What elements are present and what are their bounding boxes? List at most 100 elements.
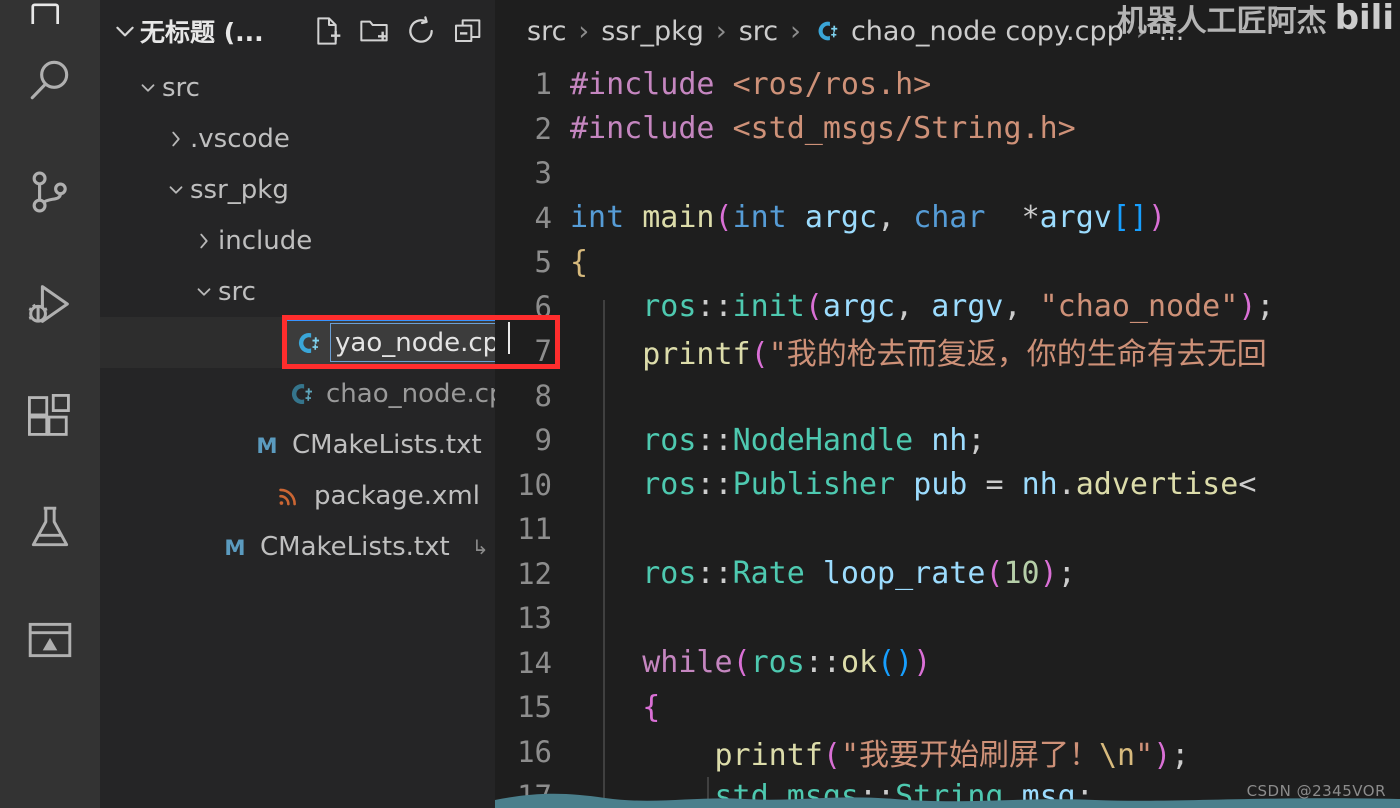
tree-label: src (218, 276, 256, 307)
tree-label: .vscode (190, 123, 290, 154)
breadcrumb-item-src2[interactable]: src (739, 16, 778, 47)
refresh-icon[interactable] (404, 14, 438, 48)
tree-row-vscode[interactable]: .vscode (100, 113, 495, 164)
code-line: 11 (495, 507, 1400, 552)
breadcrumb-separator: › (578, 15, 590, 47)
code-line: 1 #include <ros/ros.h> (495, 62, 1400, 107)
tree-row-cmakelists-inner[interactable]: M CMakeLists.txt (100, 419, 495, 470)
chevron-right-icon[interactable] (190, 230, 218, 252)
line-content: printf("我要开始刷屏了！\n"); (714, 737, 1190, 773)
new-file-icon[interactable] (310, 14, 344, 48)
chevron-down-icon[interactable] (162, 179, 190, 201)
line-number: 3 (534, 156, 552, 191)
files-icon (27, 0, 73, 24)
new-folder-icon[interactable] (357, 14, 391, 48)
activity-item-explorer[interactable] (0, 0, 100, 24)
code-line: 9 ros::NodeHandle nh; (495, 418, 1400, 463)
line-number: 14 (517, 645, 552, 680)
explorer-header: 无标题 (... (100, 0, 495, 62)
line-content: printf("我的枪去而复返，你的生命有去无回 (642, 337, 1267, 373)
cpp-file-icon (286, 328, 330, 358)
line-number: 7 (534, 334, 552, 369)
line-content: #include <std_msgs/String.h> (570, 111, 1076, 147)
breadcrumb-item-ssr-pkg[interactable]: ssr_pkg (601, 16, 704, 47)
tree-label: ssr_pkg (190, 174, 289, 205)
activity-item-extensions[interactable] (0, 360, 100, 472)
chevron-right-icon[interactable] (162, 128, 190, 150)
symlink-indicator: ↳ (471, 534, 489, 559)
file-tree: src .vscode ssr_pkg include src yao_node… (100, 62, 662, 572)
line-content: ros::Publisher pub = nh.advertise< (642, 467, 1257, 503)
tree-row-rename[interactable] (100, 315, 662, 369)
code-line: 2 #include <std_msgs/String.h> (495, 107, 1400, 152)
tree-row-ssr-pkg[interactable]: ssr_pkg (100, 164, 495, 215)
line-number: 13 (517, 601, 552, 636)
chevron-down-icon[interactable] (190, 281, 218, 303)
code-line: 12 ros::Rate loop_rate(10); (495, 552, 1400, 597)
activity-item-source-control[interactable] (0, 136, 100, 248)
code-line: 8 (495, 374, 1400, 419)
tree-row-include[interactable]: include (100, 215, 495, 266)
breadcrumb-separator: › (715, 15, 727, 47)
line-content: { (570, 244, 589, 280)
watermark-top-right: 机器人工匠阿杰 bili (1117, 0, 1394, 40)
collapse-all-icon[interactable] (451, 14, 485, 48)
code-line: 10 ros::Publisher pub = nh.advertise< (495, 463, 1400, 508)
activity-item-search[interactable] (0, 24, 100, 136)
tree-label: package.xml (314, 480, 480, 511)
line-content: #include <ros/ros.h> (570, 66, 932, 102)
activity-item-testing[interactable] (0, 472, 100, 584)
beaker-icon (25, 503, 75, 553)
code-line: 7 printf("我的枪去而复返，你的生命有去无回 (495, 329, 1400, 374)
line-number: 2 (534, 111, 552, 146)
svg-text:M: M (224, 536, 245, 561)
code-line: 3 (495, 151, 1400, 196)
run-and-debug-icon (24, 278, 76, 330)
line-number: 11 (517, 512, 552, 547)
code-line: 5 { (495, 240, 1400, 285)
tree-row-chao-node-cpp[interactable]: chao_node.cpp (100, 368, 522, 419)
tree-label: src (162, 72, 200, 103)
watermark-csdn: CSDN @2345VOR (1246, 782, 1386, 800)
line-content: ros::NodeHandle nh; (642, 422, 986, 458)
activity-item-run-debug[interactable] (0, 248, 100, 360)
line-number: 16 (517, 734, 552, 769)
search-icon (25, 55, 75, 105)
code-line: 16 printf("我要开始刷屏了！\n"); (495, 730, 1400, 775)
editor-pane: src › ssr_pkg › src › chao_node copy.cpp… (495, 0, 1400, 808)
code-line: 15 { (495, 685, 1400, 730)
code-line: 4 int main(int argc, char *argv[]) (495, 196, 1400, 241)
chevron-down-icon[interactable] (110, 16, 140, 46)
code-line: 13 (495, 596, 1400, 641)
chevron-down-icon[interactable] (134, 77, 162, 99)
activity-bar (0, 0, 100, 808)
line-number: 4 (534, 200, 552, 235)
breadcrumb-separator: › (790, 15, 801, 47)
tree-label: CMakeLists.txt (292, 429, 482, 460)
explorer-actions (310, 14, 485, 48)
code-line: 14 while(ros::ok()) (495, 641, 1400, 686)
line-number: 10 (517, 467, 552, 502)
cmake-file-icon: M (218, 532, 252, 562)
tree-row-src-nested[interactable]: src (100, 266, 495, 317)
code-line: 6 ros::init(argc, argv, "chao_node"); (495, 285, 1400, 330)
tree-row-src-root[interactable]: src (100, 62, 495, 113)
tree-label: chao_node.cpp (326, 378, 523, 409)
cpp-file-icon (284, 379, 318, 409)
activity-item-ros[interactable] (0, 584, 100, 696)
tree-row-package-xml[interactable]: package.xml (100, 470, 495, 521)
code-editor[interactable]: 1 #include <ros/ros.h> 2 #include <std_m… (495, 62, 1400, 808)
rename-text-caret (508, 322, 510, 354)
line-number: 6 (534, 289, 552, 324)
line-number: 12 (517, 556, 552, 591)
breadcrumb-item-src[interactable]: src (527, 16, 566, 47)
tree-row-cmakelists-outer[interactable]: M CMakeLists.txt ↳ (100, 521, 495, 572)
line-content: while(ros::ok()) (642, 645, 932, 681)
ros-panel-icon (25, 615, 75, 665)
line-content: { (642, 689, 661, 725)
source-control-icon (25, 167, 75, 217)
breadcrumb-item-file[interactable]: chao_node copy.cpp (851, 16, 1124, 47)
line-number: 8 (534, 378, 552, 413)
line-content: ros::Rate loop_rate(10); (642, 556, 1076, 592)
tree-label: CMakeLists.txt (260, 531, 450, 562)
